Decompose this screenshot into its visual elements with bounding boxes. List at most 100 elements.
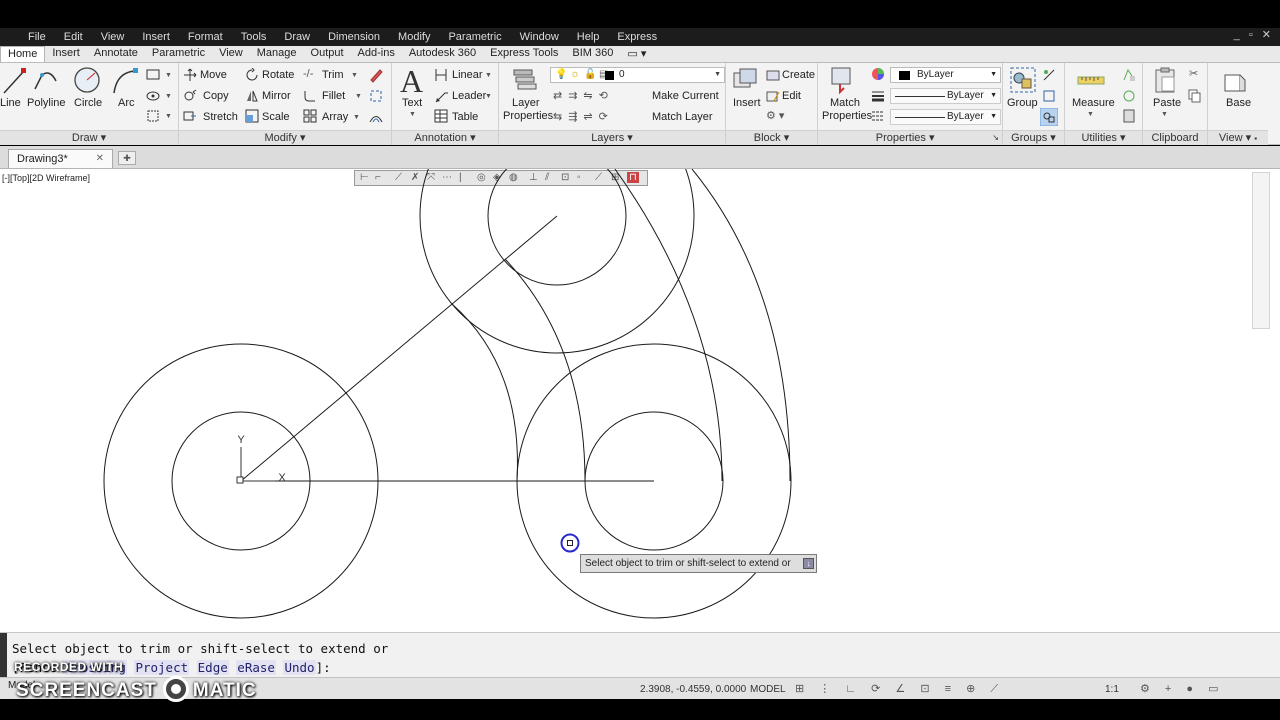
trim-dropdown-icon[interactable]: ▼ xyxy=(351,72,358,79)
explode-icon[interactable] xyxy=(368,88,384,104)
lineweight-dropdown-arrow-icon[interactable]: ▼ xyxy=(990,92,997,99)
view-panel-title[interactable]: View ▾ ▪ xyxy=(1208,130,1268,145)
tab-express-tools[interactable]: Express Tools xyxy=(483,46,565,62)
arc-icon[interactable] xyxy=(111,67,139,95)
command-window[interactable]: Select object to trim or shift-select to… xyxy=(0,632,1280,678)
menu-edit[interactable]: Edit xyxy=(55,31,92,43)
measure-button[interactable]: Measure xyxy=(1072,97,1115,109)
close-tab-icon[interactable]: ✕ xyxy=(96,153,104,164)
new-tab-icon[interactable]: ✚ xyxy=(118,151,136,165)
tab-parametric[interactable]: Parametric xyxy=(145,46,212,62)
menu-insert[interactable]: Insert xyxy=(133,31,179,43)
tab-bim-360[interactable]: BIM 360 xyxy=(565,46,620,62)
menu-modify[interactable]: Modify xyxy=(389,31,439,43)
menu-format[interactable]: Format xyxy=(179,31,232,43)
layers-panel-title[interactable]: Layers ▾ xyxy=(499,130,725,145)
hatch-icon[interactable] xyxy=(145,89,161,103)
id-point-icon[interactable] xyxy=(1122,89,1136,103)
ungroup-icon[interactable] xyxy=(1042,68,1056,82)
group-edit-icon[interactable] xyxy=(1042,89,1056,103)
clipboard-panel-title[interactable]: Clipboard xyxy=(1143,130,1207,145)
fillet-dropdown-icon[interactable]: ▼ xyxy=(355,93,362,100)
linetype-dropdown[interactable]: ByLayer ▼ xyxy=(890,109,1001,125)
tab-output[interactable]: Output xyxy=(304,46,351,62)
mirror-button[interactable]: Mirror xyxy=(262,90,291,102)
scale-button[interactable]: Scale xyxy=(262,111,290,123)
match-properties-label-1[interactable]: Match xyxy=(830,97,860,109)
tab-annotate[interactable]: Annotate xyxy=(87,46,145,62)
utilities-panel-title[interactable]: Utilities ▾ xyxy=(1065,130,1142,145)
menu-parametric[interactable]: Parametric xyxy=(439,31,510,43)
linetype-dropdown-arrow-icon[interactable]: ▼ xyxy=(990,113,997,120)
base-button[interactable]: Base xyxy=(1226,97,1251,109)
edit-button[interactable]: Edit xyxy=(782,90,801,102)
line-button[interactable]: Line xyxy=(0,97,21,109)
cut-icon[interactable]: ✂ xyxy=(1189,67,1198,80)
tab-add-ins[interactable]: Add-ins xyxy=(351,46,402,62)
erase-icon[interactable] xyxy=(368,67,384,83)
draw-panel-title[interactable]: Draw ▾ xyxy=(0,130,178,145)
copy-button[interactable]: Copy xyxy=(203,90,229,102)
fillet-button[interactable]: Fillet xyxy=(322,90,345,102)
annotation-panel-title[interactable]: Annotation ▾ xyxy=(392,130,498,145)
menu-help[interactable]: Help xyxy=(568,31,609,43)
block-panel-title[interactable]: Block ▾ xyxy=(726,130,817,145)
copy-clip-icon[interactable] xyxy=(1188,89,1202,103)
polyline-button[interactable]: Polyline xyxy=(27,97,66,109)
text-button[interactable]: Text xyxy=(402,97,422,109)
option-edge[interactable]: Edge xyxy=(196,660,229,675)
group-selection-icon[interactable] xyxy=(1040,108,1058,126)
quick-select-icon[interactable] xyxy=(1122,68,1136,82)
navigation-bar[interactable] xyxy=(1252,172,1270,329)
match-properties-label-2[interactable]: Properties xyxy=(822,110,872,122)
measure-dropdown-icon[interactable]: ▼ xyxy=(1087,111,1094,118)
arc-button[interactable]: Arc xyxy=(118,97,135,109)
tangent-arc-inner[interactable] xyxy=(614,169,723,482)
annotation-scale[interactable]: 1:1 xyxy=(1105,684,1119,695)
polyline-icon[interactable] xyxy=(32,67,60,97)
command-window-handle[interactable] xyxy=(0,633,7,678)
status-toggle-icons[interactable]: ⊞ ⋮ ∟ ⟳ ∠ ⊡ ≡ ⊕ ⟋ xyxy=(795,682,1004,696)
trim-button[interactable]: Trim xyxy=(322,69,344,81)
menu-express[interactable]: Express xyxy=(608,31,666,43)
region-icon[interactable] xyxy=(145,109,161,123)
layer-tools-row1-icons[interactable]: ⇄⇉⇋⟲ xyxy=(553,89,614,102)
tab-insert[interactable]: Insert xyxy=(45,46,87,62)
modify-panel-title[interactable]: Modify ▾ xyxy=(179,130,391,145)
tangent-arc-outer[interactable] xyxy=(691,169,791,482)
color-dropdown-arrow-icon[interactable]: ▼ xyxy=(990,71,997,78)
fillet-arc-left[interactable] xyxy=(451,303,518,482)
tab-home[interactable]: Home xyxy=(0,46,46,62)
paste-button[interactable]: Paste xyxy=(1153,97,1181,109)
tooltip-options-icon[interactable]: ↓ xyxy=(803,558,814,569)
array-dropdown-icon[interactable]: ▼ xyxy=(353,114,360,121)
text-dropdown-icon[interactable]: ▼ xyxy=(409,111,416,118)
tab-view[interactable]: View xyxy=(212,46,250,62)
menu-view[interactable]: View xyxy=(92,31,134,43)
tab-autodesk-360[interactable]: Autodesk 360 xyxy=(402,46,483,62)
menu-tools[interactable]: Tools xyxy=(232,31,276,43)
circle-button[interactable]: Circle xyxy=(74,97,102,109)
drawing-canvas[interactable]: [-][Top][2D Wireframe] ⊢ ⌐ ⟋ ✗ ⤧ ⋯ | ◎ ◈… xyxy=(0,169,1280,632)
color-dropdown[interactable]: ByLayer ▼ xyxy=(890,67,1001,83)
option-erase[interactable]: eRase xyxy=(236,660,276,675)
rectangle-dropdown-icon[interactable]: ▼ xyxy=(165,72,172,79)
lineweight-dropdown[interactable]: ByLayer ▼ xyxy=(890,88,1001,104)
rectangle-icon[interactable] xyxy=(145,68,161,82)
top-outer-circle[interactable] xyxy=(419,169,695,354)
layer-tools-row2-icons[interactable]: ⇆⇶⇌⟳ xyxy=(553,110,614,123)
insert-button[interactable]: Insert xyxy=(733,97,761,109)
linear-button[interactable]: Linear xyxy=(452,69,483,81)
region-dropdown-icon[interactable]: ▼ xyxy=(165,113,172,120)
status-settings-icons[interactable]: ⚙ + ● ▭ xyxy=(1140,682,1225,695)
layer-dropdown-arrow-icon[interactable]: ▼ xyxy=(714,71,721,78)
layer-dropdown[interactable]: 💡 ☼ 🔓 ▤ 0 ▼ xyxy=(550,67,725,83)
leader-dropdown-icon[interactable]: ▼ xyxy=(485,93,492,100)
edit-attributes-icon[interactable]: ⚙ ▾ xyxy=(766,109,784,122)
leader-button[interactable]: Leader xyxy=(452,90,486,102)
window-controls[interactable]: _ ▫ ✕ xyxy=(1234,28,1274,41)
file-tab-drawing3[interactable]: Drawing3* ✕ xyxy=(8,149,113,168)
create-button[interactable]: Create xyxy=(782,69,815,81)
tab-manage[interactable]: Manage xyxy=(250,46,304,62)
option-undo[interactable]: Undo xyxy=(283,660,316,675)
